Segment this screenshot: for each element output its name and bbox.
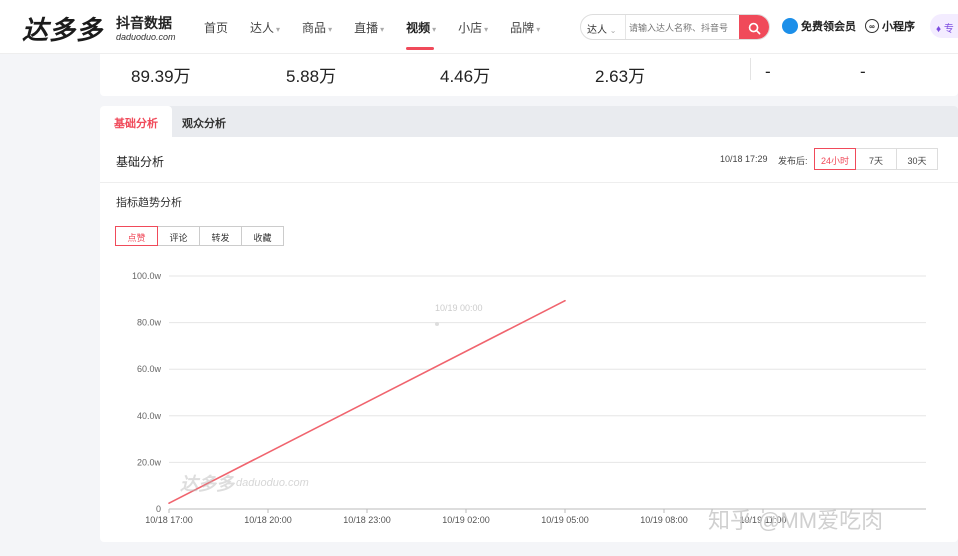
watermark-brand: 达多多 xyxy=(180,474,234,494)
trend-chart: 0 20.0w 40.0w 60.0w 80.0w 100.0w 10/18 17:00 10… xyxy=(132,271,926,525)
x-tick-label: 10/19 08:00 xyxy=(640,515,688,525)
y-tick-label: 80.0w xyxy=(137,318,162,328)
tooltip-dot xyxy=(435,322,439,326)
watermark-credit: 知乎 @MM爱吃肉 xyxy=(708,508,884,533)
tooltip-label: 10/19 00:00 xyxy=(435,303,483,313)
y-tick-label: 60.0w xyxy=(137,364,162,374)
x-tick-label: 10/18 17:00 xyxy=(145,515,193,525)
watermark-url: daduoduo.com xyxy=(236,477,309,489)
x-tick-label: 10/19 05:00 xyxy=(541,515,589,525)
range-24h-button[interactable]: 24小时 xyxy=(814,148,856,170)
y-tick-label: 40.0w xyxy=(137,411,162,421)
metric-likes-tab[interactable]: 点赞 xyxy=(115,226,158,246)
data-point xyxy=(564,299,566,302)
y-tick-label: 20.0w xyxy=(137,457,162,467)
x-tick-label: 10/18 20:00 xyxy=(244,515,292,525)
data-point xyxy=(168,502,170,504)
y-tick-label: 0 xyxy=(156,504,161,514)
x-tick-label: 10/18 23:00 xyxy=(343,515,391,525)
x-tick-label: 10/19 02:00 xyxy=(442,515,490,525)
y-tick-label: 100.0w xyxy=(132,271,162,281)
